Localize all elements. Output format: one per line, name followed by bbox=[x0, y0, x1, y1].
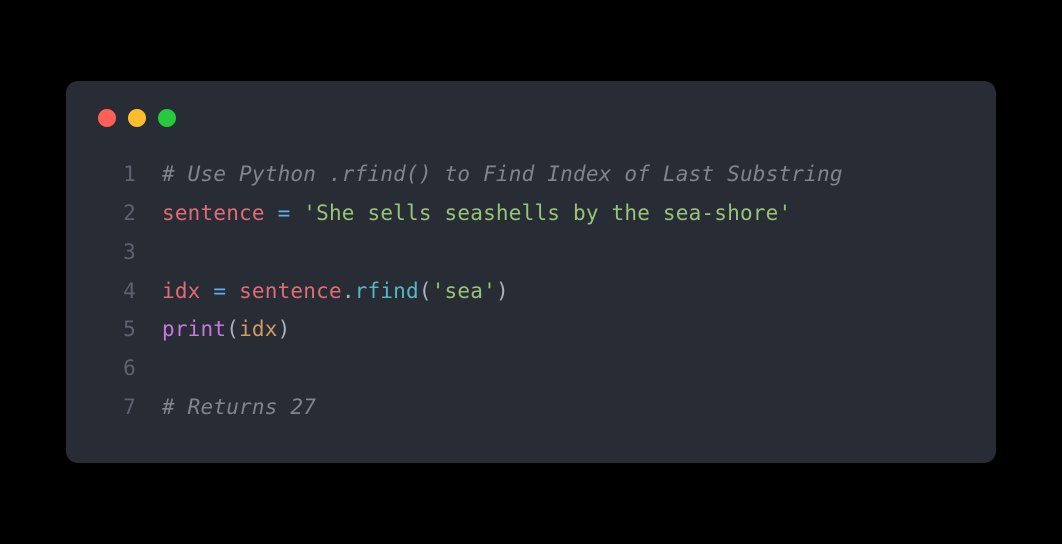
code-line: 3 bbox=[98, 233, 964, 272]
code-token: ) bbox=[496, 279, 509, 303]
window-controls bbox=[98, 109, 964, 127]
line-number: 5 bbox=[98, 310, 136, 349]
line-number: 3 bbox=[98, 233, 136, 272]
code-line: 5 print(idx) bbox=[98, 310, 964, 349]
code-token: sentence bbox=[162, 201, 265, 225]
code-token bbox=[201, 279, 214, 303]
code-area[interactable]: 1 # Use Python .rfind() to Find Index of … bbox=[98, 155, 964, 427]
close-icon[interactable] bbox=[98, 109, 116, 127]
line-number: 2 bbox=[98, 194, 136, 233]
code-token: # Use Python .rfind() to Find Index of L… bbox=[162, 162, 843, 186]
code-token bbox=[226, 279, 239, 303]
code-token: idx bbox=[239, 317, 278, 341]
code-token: print bbox=[162, 317, 226, 341]
code-token: . bbox=[342, 279, 355, 303]
minimize-icon[interactable] bbox=[128, 109, 146, 127]
line-content: idx = sentence.rfind('sea') bbox=[162, 272, 509, 311]
line-content bbox=[162, 349, 175, 388]
code-token: = bbox=[278, 201, 291, 225]
code-token: ( bbox=[419, 279, 432, 303]
code-token: # Returns 27 bbox=[162, 395, 316, 419]
line-number: 1 bbox=[98, 155, 136, 194]
code-token bbox=[265, 201, 278, 225]
code-line: 1 # Use Python .rfind() to Find Index of … bbox=[98, 155, 964, 194]
code-line: 7 # Returns 27 bbox=[98, 388, 964, 427]
code-token: ) bbox=[278, 317, 291, 341]
code-token: 'She sells seashells by the sea-shore' bbox=[303, 201, 791, 225]
code-token: 'sea' bbox=[432, 279, 496, 303]
line-content: sentence = 'She sells seashells by the s… bbox=[162, 194, 791, 233]
code-editor-window: 1 # Use Python .rfind() to Find Index of … bbox=[66, 81, 996, 463]
line-content: print(idx) bbox=[162, 310, 290, 349]
code-token: rfind bbox=[355, 279, 419, 303]
code-line: 2 sentence = 'She sells seashells by the … bbox=[98, 194, 964, 233]
line-number: 7 bbox=[98, 388, 136, 427]
line-content bbox=[162, 233, 175, 272]
code-token bbox=[290, 201, 303, 225]
line-content: # Use Python .rfind() to Find Index of L… bbox=[162, 155, 843, 194]
code-line: 6 bbox=[98, 349, 964, 388]
code-line: 4 idx = sentence.rfind('sea') bbox=[98, 272, 964, 311]
code-token: idx bbox=[162, 279, 201, 303]
code-token: ( bbox=[226, 317, 239, 341]
code-token: sentence bbox=[239, 279, 342, 303]
code-token: = bbox=[213, 279, 226, 303]
line-number: 6 bbox=[98, 349, 136, 388]
line-number: 4 bbox=[98, 272, 136, 311]
maximize-icon[interactable] bbox=[158, 109, 176, 127]
line-content: # Returns 27 bbox=[162, 388, 316, 427]
